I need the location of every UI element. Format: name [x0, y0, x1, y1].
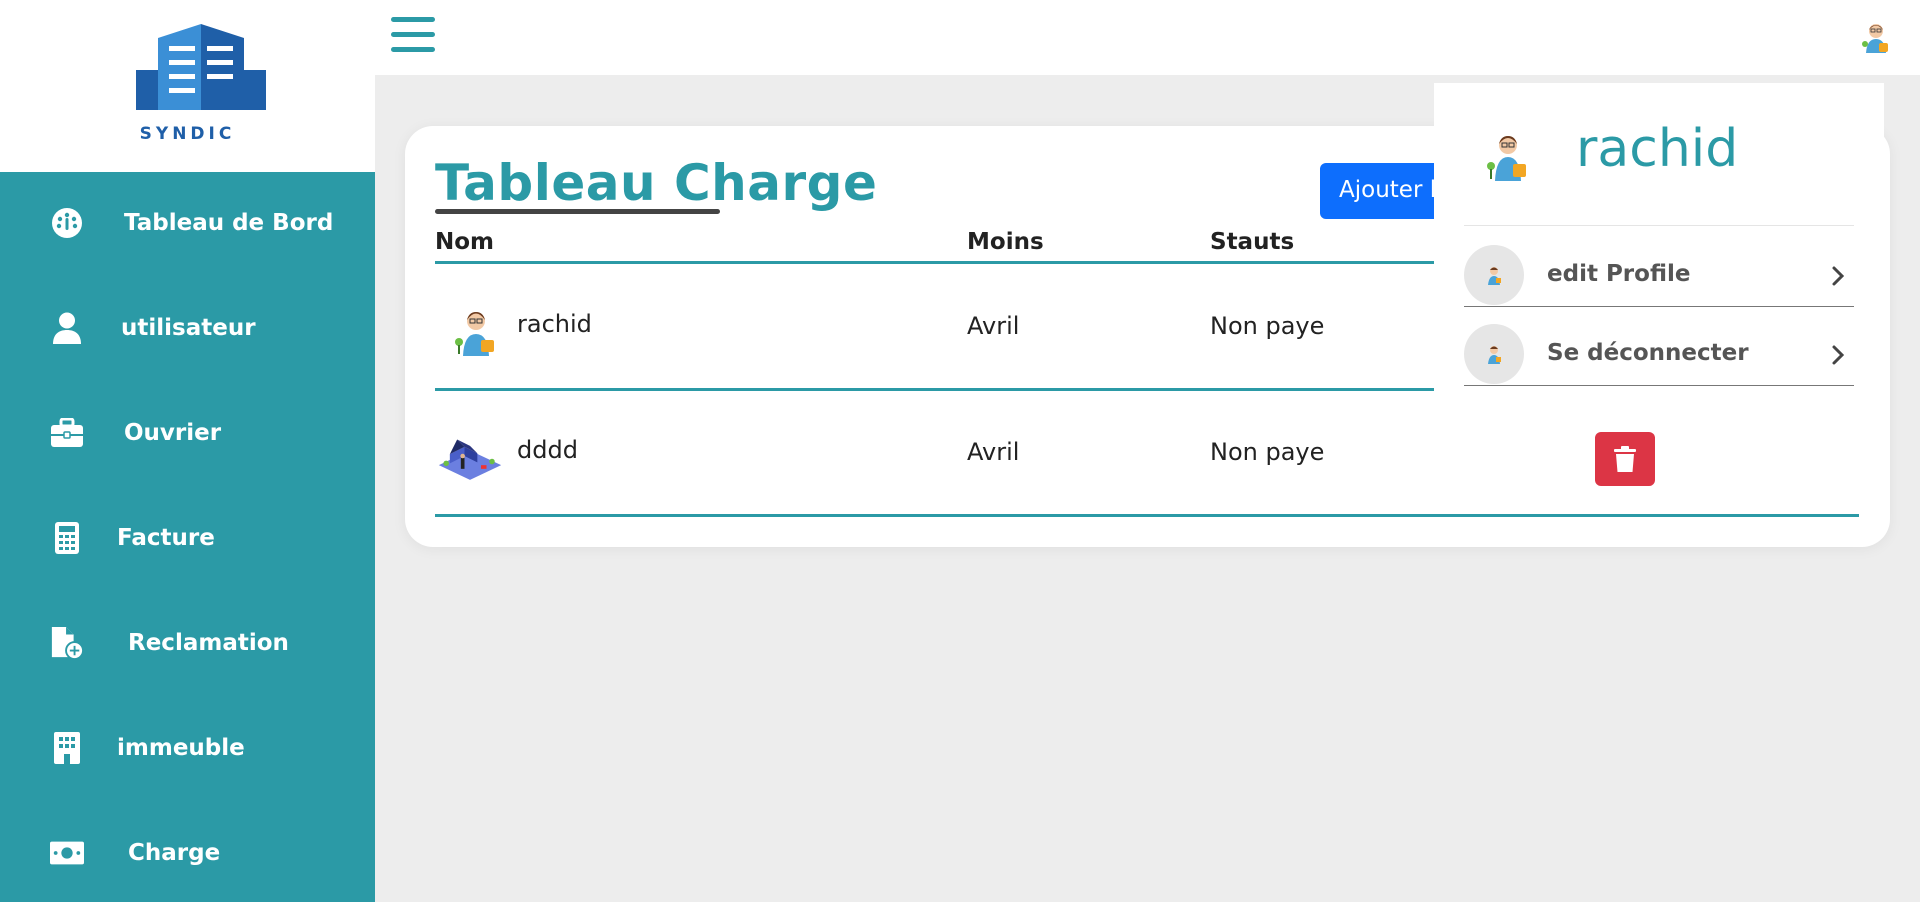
calculator-icon — [50, 521, 84, 555]
sidebar-item-ouvrier[interactable]: Ouvrier — [0, 393, 375, 473]
user-icon — [50, 311, 84, 345]
sidebar-item-label: Ouvrier — [124, 420, 222, 446]
logout-item[interactable]: Se déconnecter — [1464, 322, 1854, 386]
profile-icon — [1464, 245, 1524, 305]
sidebar-item-label: Reclamation — [128, 630, 289, 656]
trash-icon — [1614, 446, 1636, 472]
user-avatar-icon[interactable] — [1859, 20, 1893, 54]
row-name: rachid — [517, 310, 592, 338]
briefcase-icon — [50, 416, 84, 450]
building-logo-icon — [136, 24, 266, 110]
top-bar — [375, 0, 1920, 75]
sidebar-item-reclamation[interactable]: Reclamation — [0, 603, 375, 683]
building-icon — [50, 731, 84, 765]
sidebar-item-label: immeuble — [117, 735, 245, 761]
sidebar-item-tableau-de-bord[interactable]: Tableau de Bord — [0, 183, 375, 263]
sidebar: SYNDIC Tableau de Bord utilisateur Ouvri… — [0, 0, 375, 902]
profile-dropdown: rachid edit Profile Se déconnecter — [1434, 83, 1884, 403]
table-header-stauts: Stauts — [1210, 229, 1295, 255]
page-title: Tableau Charge — [435, 154, 878, 212]
chevron-right-icon — [1832, 266, 1845, 286]
row-month: Avril — [967, 312, 1020, 340]
sidebar-item-label: Tableau de Bord — [124, 210, 334, 236]
dropdown-user-name: rachid — [1576, 119, 1739, 179]
hamburger-icon[interactable] — [391, 17, 435, 57]
person-avatar — [455, 312, 494, 356]
edit-profile-item[interactable]: edit Profile — [1464, 243, 1854, 307]
house-avatar — [438, 439, 502, 480]
sidebar-item-facture[interactable]: Facture — [0, 498, 375, 578]
file-plus-icon — [50, 626, 84, 660]
row-name: dddd — [517, 436, 578, 464]
table-header-moins: Moins — [967, 229, 1044, 255]
title-underline — [435, 209, 720, 214]
profile-icon — [1464, 324, 1524, 384]
logo[interactable]: SYNDIC — [0, 0, 375, 172]
sidebar-item-utilisateur[interactable]: utilisateur — [0, 288, 375, 368]
row-status: Non paye — [1210, 438, 1325, 466]
chevron-right-icon — [1832, 345, 1845, 365]
money-bill-icon — [50, 836, 84, 870]
user-avatar-icon — [1487, 136, 1526, 181]
sidebar-item-label: Charge — [128, 840, 221, 866]
sidebar-item-charge[interactable]: Charge — [0, 813, 375, 893]
sidebar-item-immeuble[interactable]: immeuble — [0, 708, 375, 788]
sidebar-item-label: utilisateur — [121, 315, 256, 341]
sidebar-item-label: Facture — [117, 525, 215, 551]
logo-text: SYNDIC — [139, 124, 236, 144]
dropdown-divider — [1464, 225, 1854, 226]
row-status: Non paye — [1210, 312, 1325, 340]
logout-label: Se déconnecter — [1547, 340, 1749, 366]
table-row-divider — [435, 514, 1859, 517]
delete-button[interactable] — [1595, 432, 1655, 486]
table-header-nom: Nom — [435, 229, 495, 255]
edit-profile-label: edit Profile — [1547, 261, 1691, 287]
row-month: Avril — [967, 438, 1020, 466]
dashboard-icon — [50, 206, 84, 240]
